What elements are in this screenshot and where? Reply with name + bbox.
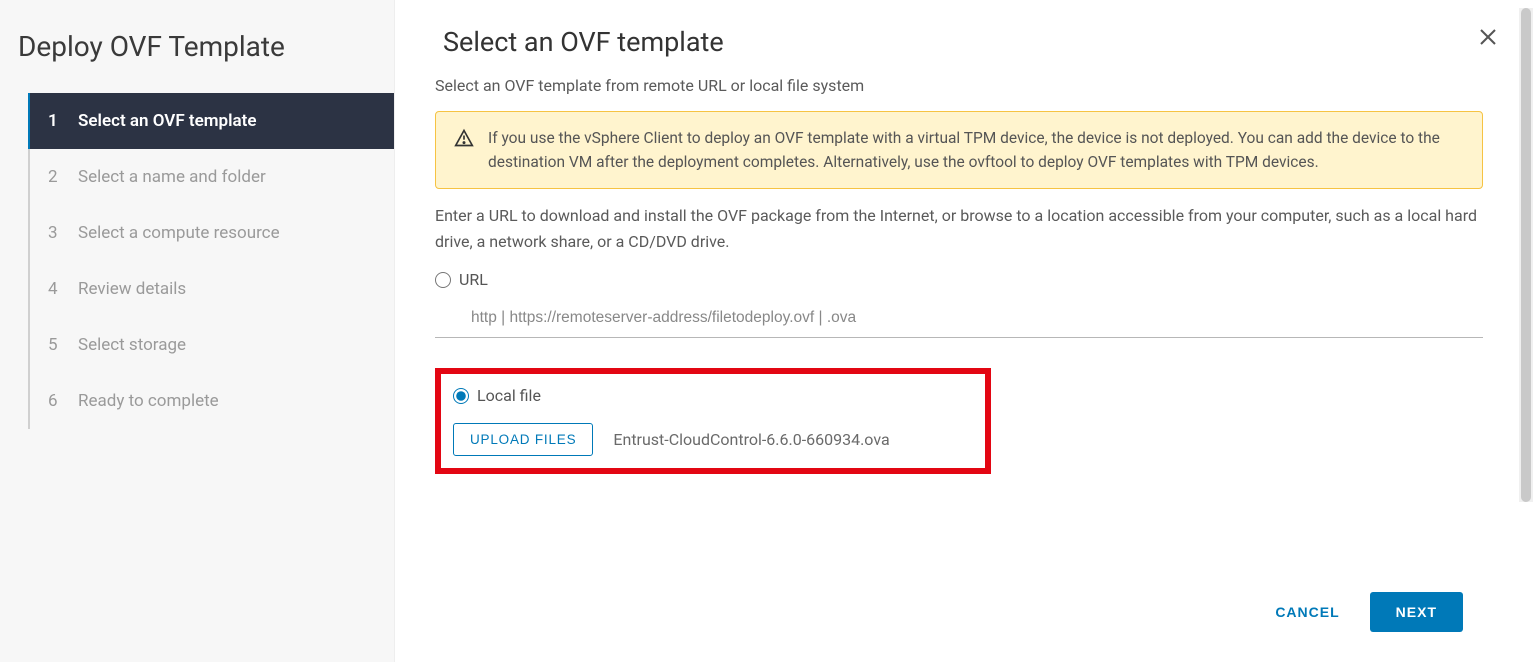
close-icon[interactable] (1479, 28, 1497, 50)
warning-alert: If you use the vSphere Client to deploy … (435, 111, 1483, 189)
step-label: Select an OVF template (78, 111, 256, 131)
step-4: 4 Review details (30, 261, 394, 317)
page-title: Select an OVF template (435, 20, 1483, 76)
local-file-radio-option[interactable]: Local file (453, 386, 973, 405)
step-label: Review details (78, 279, 186, 299)
step-6: 6 Ready to complete (30, 373, 394, 429)
step-number: 5 (48, 335, 64, 355)
wizard-steps: 1 Select an OVF template 2 Select a name… (28, 93, 394, 429)
step-number: 3 (48, 223, 64, 243)
description-text: Enter a URL to download and install the … (435, 203, 1483, 254)
url-radio-option[interactable]: URL (435, 270, 1483, 289)
warning-icon (454, 126, 474, 174)
wizard-title: Deploy OVF Template (0, 20, 394, 93)
local-file-radio[interactable] (453, 388, 469, 404)
step-label: Select a compute resource (78, 223, 280, 243)
step-number: 4 (48, 279, 64, 299)
step-label: Ready to complete (78, 391, 219, 411)
scrollbar-thumb[interactable] (1521, 8, 1531, 502)
scrollbar[interactable] (1519, 8, 1533, 502)
step-2: 2 Select a name and folder (30, 149, 394, 205)
warning-text: If you use the vSphere Client to deploy … (488, 126, 1464, 174)
url-input[interactable] (435, 299, 1483, 338)
content-area: Select an OVF template Select an OVF tem… (435, 20, 1493, 567)
step-label: Select storage (78, 335, 186, 355)
local-file-highlight: Local file UPLOAD FILES Entrust-CloudCon… (435, 368, 991, 474)
wizard-footer: CANCEL NEXT (435, 567, 1493, 662)
step-5: 5 Select storage (30, 317, 394, 373)
url-radio[interactable] (435, 272, 451, 288)
main-panel: Select an OVF template Select an OVF tem… (395, 0, 1533, 662)
cancel-button[interactable]: CANCEL (1269, 594, 1345, 630)
step-number: 6 (48, 391, 64, 411)
url-radio-label: URL (459, 270, 488, 289)
selected-filename: Entrust-CloudControl-6.6.0-660934.ova (613, 430, 889, 449)
upload-row: UPLOAD FILES Entrust-CloudControl-6.6.0-… (453, 423, 973, 456)
step-number: 1 (48, 111, 64, 131)
step-label: Select a name and folder (78, 167, 266, 187)
page-subtitle: Select an OVF template from remote URL o… (435, 76, 1483, 95)
next-button[interactable]: NEXT (1370, 592, 1463, 632)
wizard-sidebar: Deploy OVF Template 1 Select an OVF temp… (0, 0, 395, 662)
step-number: 2 (48, 167, 64, 187)
local-file-radio-label: Local file (477, 386, 541, 405)
upload-files-button[interactable]: UPLOAD FILES (453, 423, 593, 456)
step-3: 3 Select a compute resource (30, 205, 394, 261)
step-1[interactable]: 1 Select an OVF template (28, 93, 394, 149)
